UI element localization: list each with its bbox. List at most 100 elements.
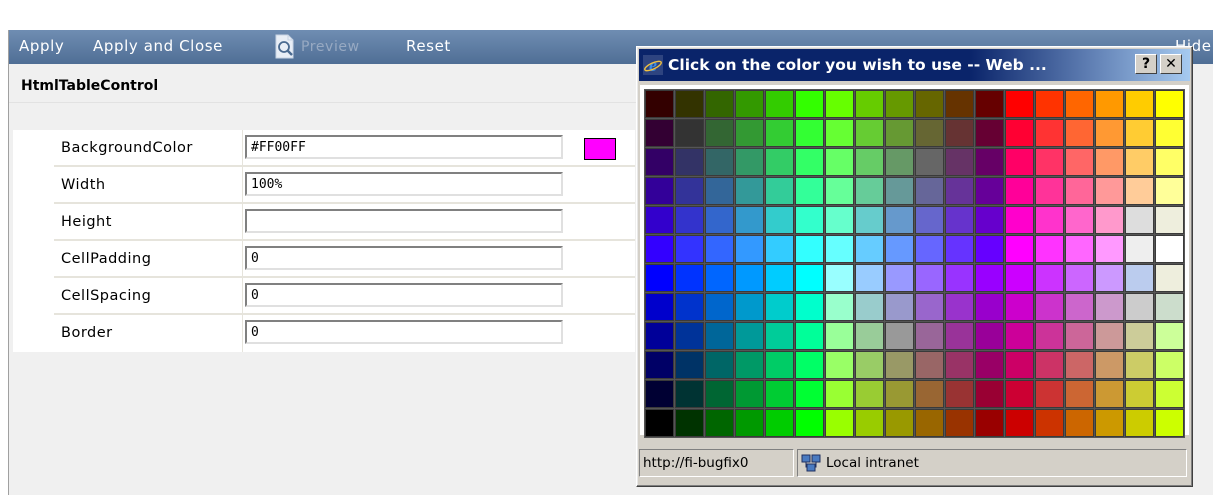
- color-cell[interactable]: [855, 119, 884, 147]
- color-cell[interactable]: [1125, 293, 1154, 321]
- color-cell[interactable]: [735, 322, 764, 350]
- color-cell[interactable]: [855, 380, 884, 408]
- color-cell[interactable]: [975, 409, 1004, 437]
- color-cell[interactable]: [885, 90, 914, 118]
- color-cell[interactable]: [975, 148, 1004, 176]
- color-cell[interactable]: [885, 409, 914, 437]
- color-cell[interactable]: [795, 148, 824, 176]
- color-cell[interactable]: [1095, 293, 1124, 321]
- height-input[interactable]: [245, 209, 563, 233]
- color-cell[interactable]: [825, 380, 854, 408]
- color-cell[interactable]: [855, 206, 884, 234]
- color-cell[interactable]: [735, 90, 764, 118]
- color-cell[interactable]: [945, 409, 974, 437]
- apply-and-close-button[interactable]: Apply and Close: [93, 37, 223, 55]
- color-cell[interactable]: [1065, 409, 1094, 437]
- color-cell[interactable]: [705, 148, 734, 176]
- color-cell[interactable]: [1155, 264, 1184, 292]
- color-cell[interactable]: [825, 235, 854, 263]
- color-cell[interactable]: [1005, 177, 1034, 205]
- color-cell[interactable]: [915, 235, 944, 263]
- color-cell[interactable]: [735, 177, 764, 205]
- color-cell[interactable]: [885, 380, 914, 408]
- color-cell[interactable]: [945, 235, 974, 263]
- color-cell[interactable]: [825, 90, 854, 118]
- reset-button[interactable]: Reset: [406, 37, 451, 55]
- color-cell[interactable]: [705, 235, 734, 263]
- color-cell[interactable]: [1005, 235, 1034, 263]
- color-cell[interactable]: [825, 293, 854, 321]
- color-cell[interactable]: [1155, 293, 1184, 321]
- color-cell[interactable]: [645, 351, 674, 379]
- close-button[interactable]: ✕: [1160, 54, 1182, 74]
- color-cell[interactable]: [765, 322, 794, 350]
- color-cell[interactable]: [975, 119, 1004, 147]
- color-cell[interactable]: [795, 235, 824, 263]
- color-cell[interactable]: [915, 351, 944, 379]
- color-cell[interactable]: [825, 409, 854, 437]
- color-cell[interactable]: [1065, 148, 1094, 176]
- color-cell[interactable]: [915, 293, 944, 321]
- preview-icon[interactable]: [274, 34, 296, 60]
- color-cell[interactable]: [885, 351, 914, 379]
- color-cell[interactable]: [825, 264, 854, 292]
- color-cell[interactable]: [1005, 409, 1034, 437]
- color-cell[interactable]: [975, 351, 1004, 379]
- color-cell[interactable]: [765, 206, 794, 234]
- color-cell[interactable]: [765, 119, 794, 147]
- color-cell[interactable]: [855, 351, 884, 379]
- color-cell[interactable]: [855, 90, 884, 118]
- color-cell[interactable]: [1065, 119, 1094, 147]
- color-cell[interactable]: [855, 322, 884, 350]
- width-input[interactable]: [245, 172, 563, 196]
- color-cell[interactable]: [1095, 380, 1124, 408]
- color-cell[interactable]: [1095, 322, 1124, 350]
- color-cell[interactable]: [855, 148, 884, 176]
- color-cell[interactable]: [1065, 206, 1094, 234]
- color-cell[interactable]: [1155, 90, 1184, 118]
- color-cell[interactable]: [1035, 351, 1064, 379]
- color-cell[interactable]: [705, 90, 734, 118]
- color-cell[interactable]: [645, 235, 674, 263]
- color-cell[interactable]: [1005, 293, 1034, 321]
- color-cell[interactable]: [735, 409, 764, 437]
- color-cell[interactable]: [705, 264, 734, 292]
- color-cell[interactable]: [1035, 322, 1064, 350]
- color-cell[interactable]: [885, 264, 914, 292]
- color-cell[interactable]: [915, 148, 944, 176]
- color-cell[interactable]: [945, 351, 974, 379]
- color-cell[interactable]: [1095, 264, 1124, 292]
- color-cell[interactable]: [1155, 322, 1184, 350]
- color-cell[interactable]: [945, 380, 974, 408]
- color-cell[interactable]: [1095, 119, 1124, 147]
- color-cell[interactable]: [645, 264, 674, 292]
- color-cell[interactable]: [1035, 119, 1064, 147]
- color-cell[interactable]: [1065, 235, 1094, 263]
- color-cell[interactable]: [1065, 293, 1094, 321]
- color-cell[interactable]: [1125, 351, 1154, 379]
- color-cell[interactable]: [705, 322, 734, 350]
- color-cell[interactable]: [1005, 119, 1034, 147]
- color-cell[interactable]: [1125, 177, 1154, 205]
- color-cell[interactable]: [1005, 264, 1034, 292]
- color-cell[interactable]: [915, 90, 944, 118]
- color-cell[interactable]: [1125, 148, 1154, 176]
- color-cell[interactable]: [735, 380, 764, 408]
- color-cell[interactable]: [645, 322, 674, 350]
- color-cell[interactable]: [1005, 206, 1034, 234]
- color-cell[interactable]: [975, 293, 1004, 321]
- color-cell[interactable]: [915, 322, 944, 350]
- color-cell[interactable]: [735, 206, 764, 234]
- color-cell[interactable]: [945, 119, 974, 147]
- color-cell[interactable]: [735, 351, 764, 379]
- color-cell[interactable]: [675, 206, 704, 234]
- color-cell[interactable]: [945, 90, 974, 118]
- color-cell[interactable]: [675, 322, 704, 350]
- color-cell[interactable]: [645, 380, 674, 408]
- color-cell[interactable]: [945, 264, 974, 292]
- color-cell[interactable]: [1035, 235, 1064, 263]
- color-cell[interactable]: [975, 206, 1004, 234]
- color-cell[interactable]: [765, 235, 794, 263]
- color-cell[interactable]: [825, 351, 854, 379]
- color-cell[interactable]: [825, 148, 854, 176]
